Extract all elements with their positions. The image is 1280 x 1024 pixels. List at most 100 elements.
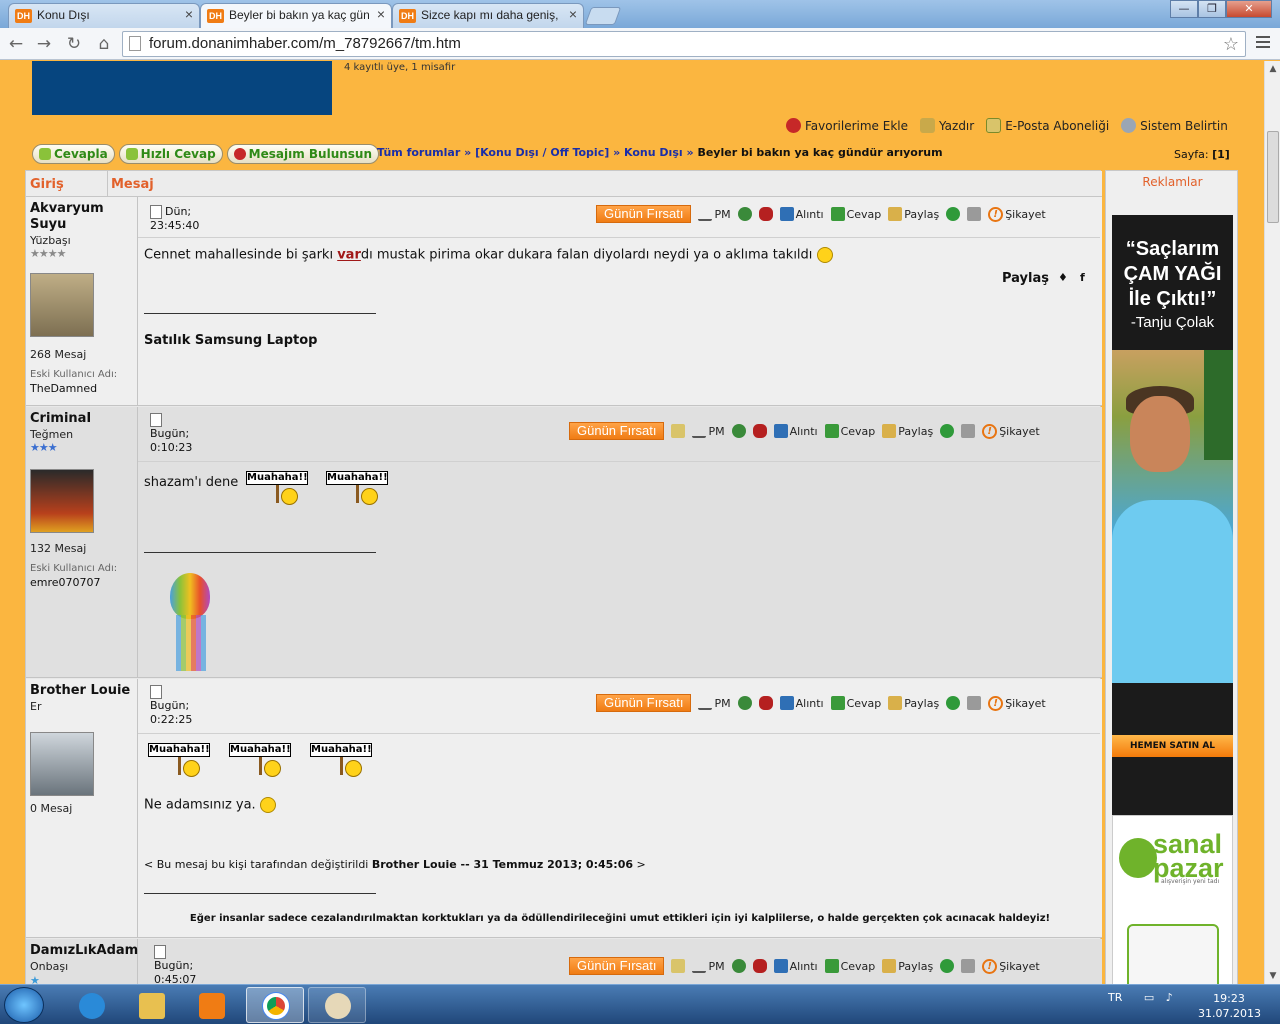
site-logo[interactable] (32, 61, 332, 115)
thanks-button[interactable] (758, 207, 773, 221)
close-tab-icon[interactable]: × (185, 6, 193, 22)
print-post-button[interactable] (967, 696, 982, 710)
twitter-icon[interactable]: ♦ (1058, 271, 1068, 284)
quote-button[interactable]: Alıntı (773, 424, 818, 438)
close-window-button[interactable]: ✕ (1226, 0, 1272, 18)
breadcrumb-forum[interactable]: Konu Dışı (624, 146, 683, 159)
taskbar-explorer[interactable] (122, 987, 180, 1023)
share-post-button[interactable]: Paylaş (888, 696, 939, 710)
reply-post-button[interactable]: Cevap (824, 424, 875, 438)
username[interactable]: Akvaryum Suyu (30, 201, 134, 233)
report-button[interactable]: ! Şikayet (982, 423, 1040, 439)
signature-divider (144, 552, 376, 553)
deal-of-day-button[interactable]: Günün Fırsatı (569, 957, 665, 975)
print-link[interactable]: Yazdır (919, 118, 974, 133)
pm-button[interactable]: PM (692, 424, 725, 438)
username[interactable]: Brother Louie (30, 683, 134, 699)
inline-ad-link[interactable]: var (337, 248, 361, 263)
close-tab-icon[interactable]: × (569, 6, 577, 22)
add-friend-button[interactable] (731, 959, 746, 973)
taskbar-chrome[interactable] (246, 987, 304, 1023)
browser-tab[interactable]: DH Konu Dışı × (8, 3, 200, 28)
quote-arrow-icon (779, 696, 794, 710)
reply-button[interactable]: Cevapla (32, 144, 115, 164)
browser-tab[interactable]: DH Sizce kapı mı daha geniş, k × (392, 3, 584, 28)
print-post-button[interactable] (961, 424, 976, 438)
email-subscribe-link[interactable]: E-Posta Aboneliği (986, 118, 1109, 133)
close-tab-icon[interactable]: × (377, 6, 385, 22)
buy-now-button[interactable]: HEMEN SATIN AL (1112, 735, 1233, 757)
share-post-button[interactable]: Paylaş (888, 207, 939, 221)
bookmark-star-icon[interactable]: ☆ (1223, 32, 1239, 56)
menu-icon[interactable] (1254, 33, 1272, 53)
share-network-button[interactable] (946, 696, 961, 710)
share-network-button[interactable] (946, 207, 961, 221)
advertisement-banner[interactable]: “Saçlarım ÇAM YAĞI İle Çıktı!” -Tanju Ço… (1112, 215, 1233, 984)
add-friend-button[interactable] (737, 696, 752, 710)
taskbar-media-player[interactable] (182, 987, 240, 1023)
reload-icon[interactable]: ↻ (62, 32, 86, 56)
print-post-button[interactable] (967, 207, 982, 221)
avatar[interactable] (30, 469, 94, 533)
thanks-button[interactable] (752, 959, 767, 973)
pagination-page[interactable]: [1] (1212, 148, 1230, 161)
add-friend-button[interactable] (731, 424, 746, 438)
language-indicator[interactable]: TR (1108, 991, 1122, 1004)
share-network-button[interactable] (940, 959, 955, 973)
pm-button[interactable]: PM (698, 696, 731, 710)
browser-tab-active[interactable]: DH Beyler bi bakın ya kaç gün × (200, 3, 392, 29)
facebook-icon[interactable]: f (1080, 271, 1085, 284)
quick-reply-button[interactable]: Hızlı Cevap (118, 144, 223, 164)
volume-icon[interactable]: ♪ (1166, 991, 1173, 1004)
home-icon[interactable]: ⌂ (92, 32, 116, 56)
back-arrow-icon[interactable]: ← (4, 32, 28, 56)
reply-post-button[interactable]: Cevap (830, 696, 881, 710)
vertical-scrollbar[interactable]: ▲ ▼ (1264, 61, 1280, 984)
scroll-down-icon[interactable]: ▼ (1265, 968, 1280, 984)
thanks-button[interactable] (752, 424, 767, 438)
quote-button[interactable]: Alıntı (773, 959, 818, 973)
report-button[interactable]: ! Şikayet (988, 206, 1046, 222)
system-spec-link[interactable]: Sistem Belirtin (1121, 118, 1228, 133)
deal-of-day-button[interactable]: Günün Fırsatı (596, 694, 692, 712)
email-post-button[interactable] (671, 959, 686, 973)
sanalpazar-ad[interactable]: sanal pazar alışverişin yeni tadı (1112, 815, 1233, 984)
scroll-thumb[interactable] (1267, 131, 1279, 223)
quote-button[interactable]: Alıntı (779, 207, 824, 221)
deal-of-day-button[interactable]: Günün Fırsatı (596, 205, 692, 223)
network-icon[interactable]: ▭ (1144, 991, 1154, 1004)
username[interactable]: CriminaI (30, 411, 134, 427)
new-tab-button[interactable] (584, 7, 622, 25)
report-button[interactable]: ! Şikayet (988, 695, 1046, 711)
pm-button[interactable]: PM (692, 959, 725, 973)
forward-arrow-icon[interactable]: → (32, 32, 56, 56)
report-button[interactable]: ! Şikayet (982, 958, 1040, 974)
clock[interactable]: 19:23 31.07.2013 (1198, 991, 1261, 1021)
scroll-up-icon[interactable]: ▲ (1265, 61, 1280, 77)
quote-button[interactable]: Alıntı (779, 696, 824, 710)
share-post-button[interactable]: Paylaş (882, 424, 933, 438)
breadcrumb-category[interactable]: [Konu Dışı / Off Topic] (475, 146, 609, 159)
reply-post-button[interactable]: Cevap (830, 207, 881, 221)
print-post-button[interactable] (961, 959, 976, 973)
maximize-button[interactable]: ❐ (1198, 0, 1226, 18)
add-favorite-link[interactable]: Favorilerime Ekle (786, 118, 908, 133)
email-post-button[interactable] (671, 424, 686, 438)
deal-of-day-button[interactable]: Günün Fırsatı (569, 422, 665, 440)
add-friend-button[interactable] (737, 207, 752, 221)
pm-button[interactable]: PM (698, 207, 731, 221)
username[interactable]: DamızLıkAdam (30, 943, 138, 959)
share-network-button[interactable] (940, 424, 955, 438)
reply-post-button[interactable]: Cevap (824, 959, 875, 973)
breadcrumb-all-forums[interactable]: Tüm forumlar (377, 146, 460, 159)
thanks-button[interactable] (758, 696, 773, 710)
taskbar-paint[interactable] (308, 987, 366, 1023)
avatar[interactable] (30, 732, 94, 796)
address-bar[interactable]: forum.donanimhaber.com/m_78792667/tm.htm… (122, 31, 1246, 57)
share-post-button[interactable]: Paylaş (882, 959, 933, 973)
start-button[interactable] (4, 987, 44, 1023)
minimize-button[interactable]: — (1170, 0, 1198, 18)
avatar[interactable] (30, 273, 94, 337)
taskbar-ie[interactable] (62, 987, 120, 1023)
find-my-message-button[interactable]: Mesajım Bulunsun (226, 144, 380, 164)
